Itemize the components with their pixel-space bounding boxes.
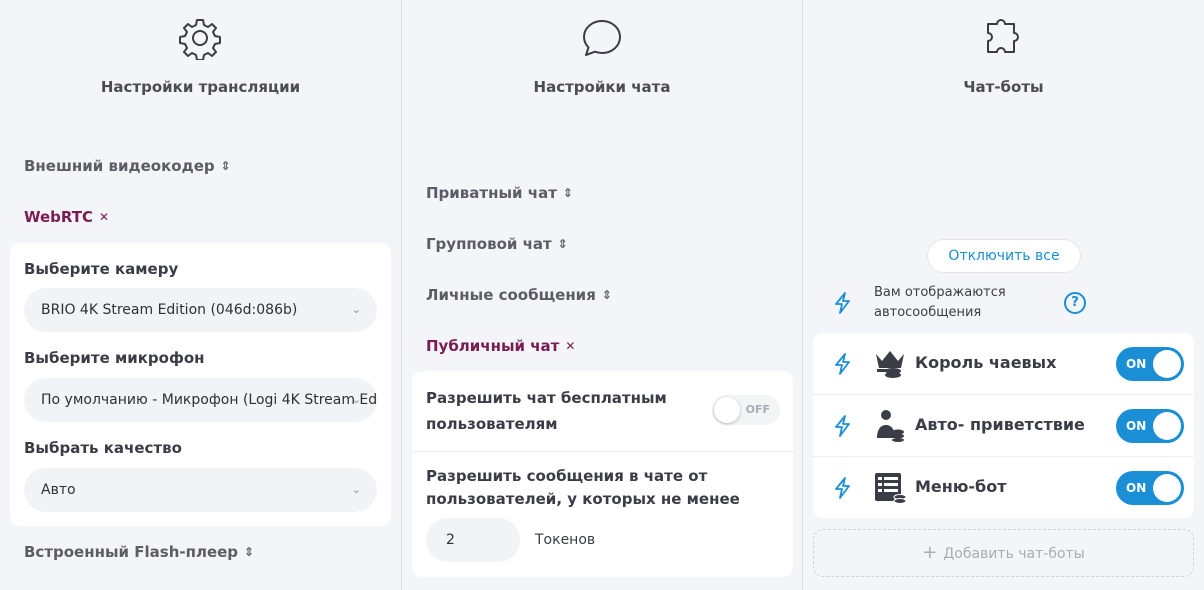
min-tokens-label: Разрешить сообщения в чате от пользовате… — [426, 467, 740, 508]
section-flash-player[interactable]: Встроенный Flash-плеер ⇕ — [24, 543, 254, 561]
chevron-updown-icon: ⇕ — [244, 545, 255, 559]
plus-icon: + — [922, 542, 938, 563]
chat-bots-column: Чат-боты Отключить все Вам отображаются … — [803, 0, 1204, 590]
section-label: Приватный чат — [426, 184, 557, 202]
min-tokens-input[interactable]: 2 — [426, 518, 520, 562]
bot-name: Король чаевых — [915, 353, 1057, 372]
menu-list-icon — [875, 473, 907, 504]
camera-value: BRIO 4K Stream Edition (046d:086b) — [41, 302, 298, 318]
microphone-select[interactable]: По умолчанию - Микрофон (Logi 4K Stream … — [24, 378, 377, 422]
broadcast-settings-title: Настройки трансляции — [100, 78, 301, 96]
disable-all-button[interactable]: Отключить все — [927, 239, 1081, 273]
bot-row: Король чаевых ON — [813, 333, 1194, 394]
chevron-updown-icon: ⇕ — [601, 288, 612, 302]
tokens-unit-label: Токенов — [535, 532, 596, 548]
quality-value: Авто — [41, 482, 76, 498]
section-personal-messages[interactable]: Личные сообщения ⇕ — [426, 286, 612, 304]
webrtc-settings-card: Выберите камеру BRIO 4K Stream Edition (… — [10, 243, 391, 526]
toggle-state: ON — [1126, 419, 1147, 433]
section-label: Внешний видеокодер — [24, 157, 215, 175]
chevron-updown-icon: ⇕ — [557, 237, 568, 251]
person-coins-icon — [877, 410, 904, 442]
crown-coins-icon — [876, 351, 904, 378]
public-chat-card: Разрешить чат бесплатным пользователям O… — [412, 371, 793, 577]
toggle-state: ON — [1126, 357, 1147, 371]
section-external-encoder[interactable]: Внешний видеокодер ⇕ — [24, 157, 231, 175]
bot-toggle[interactable]: ON — [1116, 409, 1184, 443]
chevron-updown-icon: ⇕ — [562, 186, 573, 200]
help-icon[interactable]: ? — [1064, 292, 1086, 314]
puzzle-icon — [987, 19, 1019, 53]
toggle-knob — [1153, 474, 1181, 502]
microphone-value: По умолчанию - Микрофон (Logi 4K Stream … — [41, 392, 377, 408]
section-label: WebRTC — [24, 208, 94, 226]
chat-bubble-icon — [583, 20, 621, 56]
toggle-state: ON — [1126, 481, 1147, 495]
section-private-chat[interactable]: Приватный чат ⇕ — [426, 184, 573, 202]
gear-icon — [179, 19, 221, 60]
free-users-chat-toggle[interactable]: OFF — [712, 395, 780, 425]
quality-label: Выбрать качество — [24, 439, 182, 457]
divider — [412, 451, 793, 452]
chevron-down-icon: ⌄ — [351, 393, 361, 406]
bot-toggle[interactable]: ON — [1116, 347, 1184, 381]
chevron-collapse-icon: ✕ — [565, 339, 576, 353]
lightning-icon — [835, 477, 850, 499]
chat-settings-title: Настройки чата — [533, 78, 671, 96]
chat-settings-column: Настройки чата Приватный чат ⇕ Групповой … — [402, 0, 802, 590]
bot-row: Меню-бот ON — [813, 457, 1194, 518]
microphone-label: Выберите микрофон — [24, 349, 205, 367]
add-chat-bots-button[interactable]: + Добавить чат-боты — [813, 529, 1194, 577]
auto-messages-notice: Вам отображаются автосообщения — [874, 285, 1006, 320]
section-webrtc[interactable]: WebRTC ✕ — [24, 208, 109, 226]
chevron-collapse-icon: ✕ — [99, 210, 110, 224]
quality-select[interactable]: Авто ⌄ — [24, 468, 377, 512]
free-users-chat-label: Разрешить чат бесплатным пользователям — [426, 389, 667, 433]
toggle-knob — [1153, 350, 1181, 378]
section-label: Групповой чат — [426, 235, 552, 253]
chat-bots-list: Король чаевых ON Авто- приветствие ON Ме… — [813, 333, 1194, 518]
bot-name: Авто- приветствие — [915, 415, 1085, 434]
bot-toggle[interactable]: ON — [1116, 471, 1184, 505]
lightning-icon — [835, 415, 850, 437]
bot-row: Авто- приветствие ON — [813, 395, 1194, 456]
chevron-down-icon: ⌄ — [351, 303, 361, 316]
bot-name: Меню-бот — [915, 477, 1007, 496]
section-label: Личные сообщения — [426, 286, 596, 304]
lightning-icon — [835, 353, 850, 375]
section-public-chat[interactable]: Публичный чат ✕ — [426, 337, 575, 355]
chevron-down-icon: ⌄ — [351, 483, 361, 496]
chevron-updown-icon: ⇕ — [220, 159, 231, 173]
broadcast-settings-column: Настройки трансляции Внешний видеокодер ⇕… — [0, 0, 401, 590]
section-label: Встроенный Flash-плеер — [24, 543, 239, 561]
toggle-state: OFF — [745, 403, 770, 416]
section-group-chat[interactable]: Групповой чат ⇕ — [426, 235, 568, 253]
add-chat-bots-label: Добавить чат-боты — [943, 546, 1085, 562]
camera-select[interactable]: BRIO 4K Stream Edition (046d:086b) ⌄ — [24, 288, 377, 332]
camera-label: Выберите камеру — [24, 260, 179, 278]
toggle-knob — [1153, 412, 1181, 440]
toggle-knob — [714, 397, 740, 423]
lightning-icon — [835, 292, 850, 314]
section-label: Публичный чат — [426, 337, 560, 355]
chat-bots-title: Чат-боты — [963, 78, 1044, 96]
